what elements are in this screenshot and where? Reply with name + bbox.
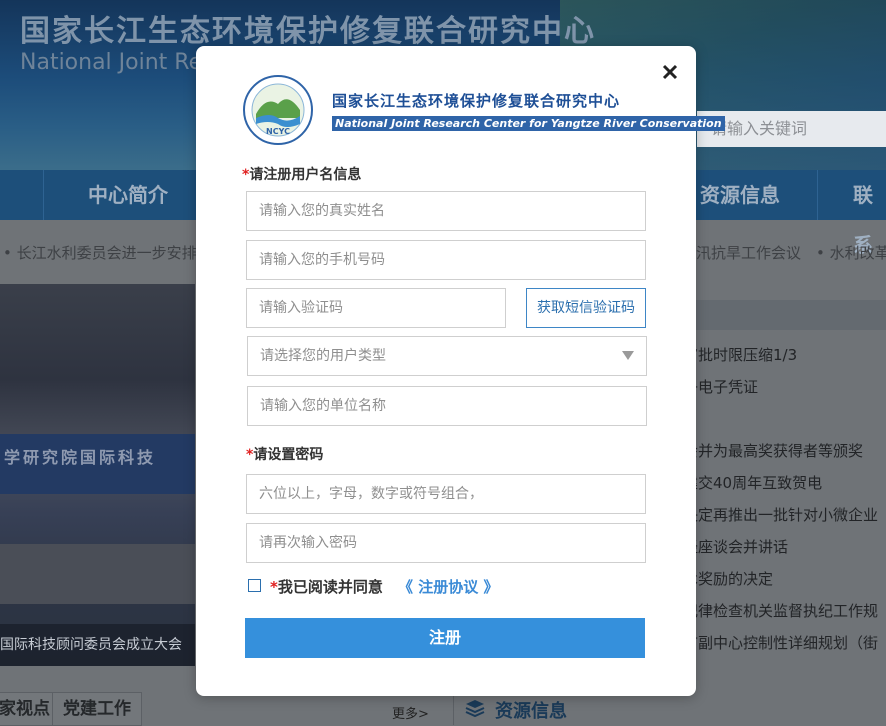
org-name-en: National Joint Research Center for Yangt… (332, 116, 725, 131)
news-header-bar (696, 300, 886, 330)
agreement-checkbox[interactable] (248, 579, 261, 592)
photo-banner-text: 学研究院国际科技 (4, 448, 157, 467)
layers-icon (465, 700, 485, 718)
news-item[interactable]: 审批时限压缩1/3 (683, 344, 797, 365)
agreement-text: *我已阅读并同意 (270, 576, 383, 597)
org-name-cn: 国家长江生态环境保护修复联合研究中心 (332, 92, 621, 110)
photo-caption: 国际科技顾问委员会成立大会 (0, 637, 182, 653)
news-item[interactable]: 会并为最高奖获得者等颁奖 (683, 440, 863, 461)
password-confirm-input[interactable] (246, 523, 646, 563)
agreement-label: 我已阅读并同意 (277, 578, 383, 596)
user-type-select[interactable]: 请选择您的用户类型 (247, 336, 647, 376)
nav-item-about[interactable]: 中心简介 (88, 170, 168, 220)
news-item[interactable]: 经座谈会并讲话 (683, 536, 788, 557)
phone-input[interactable] (246, 240, 646, 280)
dropdown-arrow-icon (622, 351, 634, 360)
user-type-placeholder: 请选择您的用户类型 (260, 348, 386, 364)
photo-table (0, 544, 195, 604)
organization-input[interactable] (247, 386, 647, 426)
ticker-item[interactable]: • 水利改革 (816, 235, 886, 271)
logo-text: NCYC (266, 127, 290, 136)
tab-party-building[interactable]: 党建工作 (52, 692, 142, 726)
real-name-input[interactable] (246, 191, 646, 231)
user-info-heading: *请注册用户名信息 (242, 164, 361, 184)
required-mark: * (270, 578, 278, 596)
nav-item-resources[interactable]: 资源信息 (700, 170, 780, 220)
nav-divider (43, 170, 44, 220)
news-item[interactable]: 决定再推出一批针对小微企业 (683, 504, 878, 525)
close-icon[interactable] (658, 60, 682, 84)
org-logo: NCYC (243, 75, 313, 145)
password-label: 请设置密码 (253, 447, 324, 463)
verification-code-input[interactable] (246, 288, 506, 328)
news-item[interactable]: 纪律检查机关监督执纪工作规 (683, 600, 878, 621)
more-link[interactable]: 更多> (392, 703, 429, 722)
user-info-label: 请注册用户名信息 (249, 167, 362, 183)
nav-item-contact[interactable]: 联系 (853, 170, 886, 257)
news-item[interactable]: 市副中心控制性详细规划（街 (683, 632, 878, 653)
ticker-item[interactable]: 汛抗旱工作会议 (696, 235, 801, 271)
news-item[interactable]: 术奖励的决定 (683, 568, 773, 589)
register-button[interactable]: 注册 (245, 618, 645, 658)
password-heading: *请设置密码 (246, 444, 323, 464)
site-search-input[interactable]: 请输入关键词 (697, 111, 886, 147)
site-title-cn: 国家长江生态环境保护修复联合研究中心 (20, 14, 596, 49)
nav-divider (817, 170, 818, 220)
news-item[interactable]: 建交40周年互致贺电 (683, 472, 822, 493)
news-photo[interactable]: 学研究院国际科技 国际科技顾问委员会成立大会 (0, 284, 195, 666)
ticker-item[interactable]: • 长江水利委员会进一步安排 (3, 235, 197, 271)
agreement-link[interactable]: 《 注册协议 》 (398, 576, 498, 597)
resource-title: 资源信息 (495, 701, 567, 722)
password-input[interactable] (246, 474, 646, 514)
register-modal: NCYC 国家长江生态环境保护修复联合研究中心 National Joint R… (196, 46, 725, 696)
get-sms-code-button[interactable]: 获取短信验证码 (526, 288, 646, 328)
